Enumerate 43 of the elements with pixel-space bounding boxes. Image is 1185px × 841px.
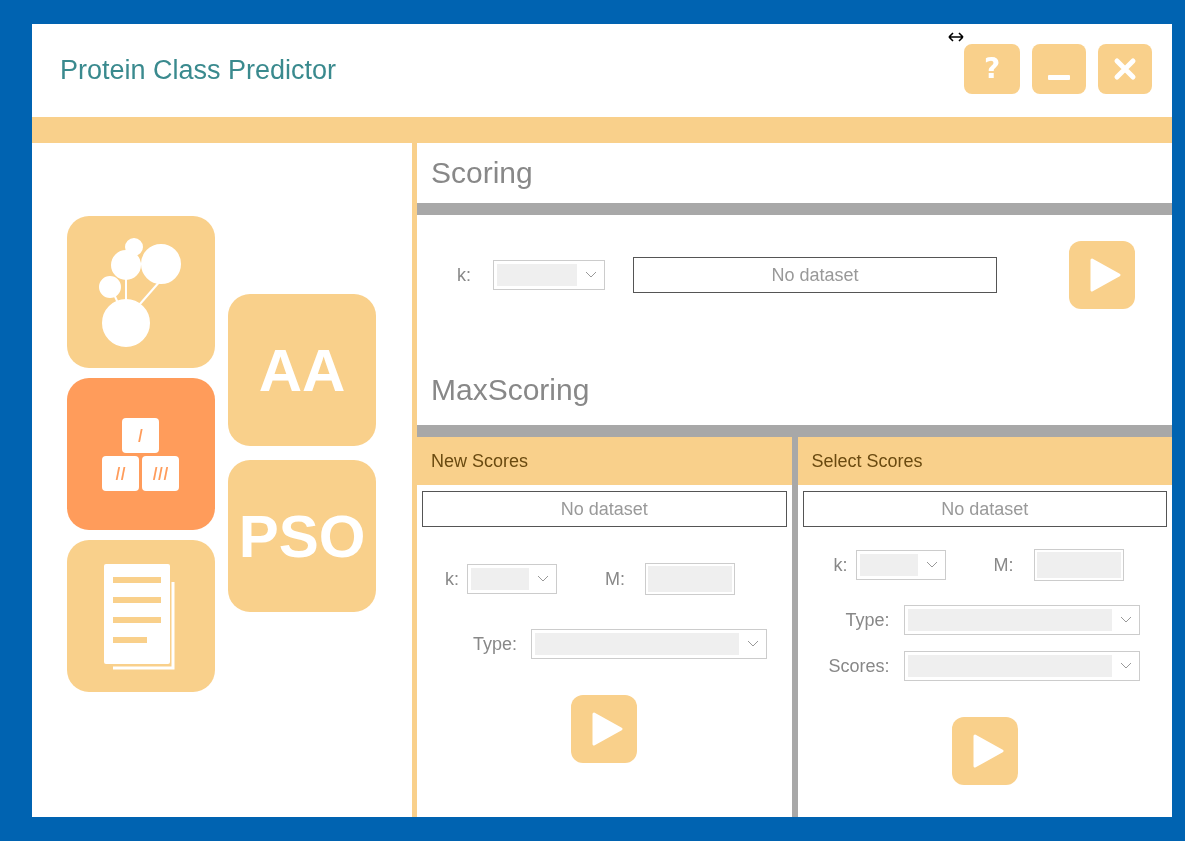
dropdown[interactable] <box>903 605 1140 635</box>
chevron-down-icon <box>925 561 938 569</box>
chevron-down-icon <box>537 575 549 583</box>
m-input[interactable] <box>645 563 735 595</box>
k-label: k: <box>457 264 471 286</box>
panel-header: New Scores <box>417 437 792 485</box>
k-label: k: <box>833 554 848 576</box>
run-button[interactable] <box>571 695 638 763</box>
dropdown[interactable] <box>531 629 767 659</box>
minimize-icon <box>1048 75 1070 80</box>
blocks-tile[interactable]: I II III <box>67 378 215 530</box>
k-dropdown[interactable] <box>493 260 605 290</box>
minimize-button[interactable] <box>1032 43 1086 94</box>
k-dropdown[interactable] <box>855 550 946 580</box>
m-label: M: <box>993 554 1014 576</box>
k-label: k: <box>445 568 459 590</box>
field-label: Scores: <box>827 655 890 677</box>
run-button[interactable] <box>951 717 1018 785</box>
k-dropdown[interactable] <box>467 564 557 594</box>
m-label: M: <box>605 568 625 590</box>
dataset-field: No dataset <box>422 491 787 527</box>
resize-cursor-icon <box>948 32 964 42</box>
chevron-down-icon <box>585 271 597 279</box>
window-title: Protein Class Predictor <box>60 55 337 86</box>
chevron-down-icon <box>747 640 759 648</box>
help-button[interactable]: ? <box>964 43 1020 94</box>
chevron-down-icon <box>1119 662 1132 670</box>
m-input[interactable] <box>1033 549 1124 581</box>
run-button[interactable] <box>1069 241 1135 309</box>
document-tile[interactable] <box>67 540 215 692</box>
field-label: Type: <box>471 633 517 655</box>
section-title: MaxScoring <box>431 373 590 407</box>
chevron-down-icon <box>1119 616 1132 624</box>
field-label: Type: <box>844 609 890 631</box>
dataset-field: No dataset <box>802 491 1167 527</box>
dropdown[interactable] <box>903 651 1140 681</box>
text-tile[interactable]: AA <box>228 294 376 446</box>
section-title: Scoring <box>431 156 533 190</box>
dataset-field: No dataset <box>633 257 997 293</box>
close-button[interactable] <box>1098 43 1152 94</box>
panel-header: Select Scores <box>797 437 1172 485</box>
graph-tile[interactable] <box>67 216 215 368</box>
text-tile[interactable]: PSO <box>228 460 376 612</box>
